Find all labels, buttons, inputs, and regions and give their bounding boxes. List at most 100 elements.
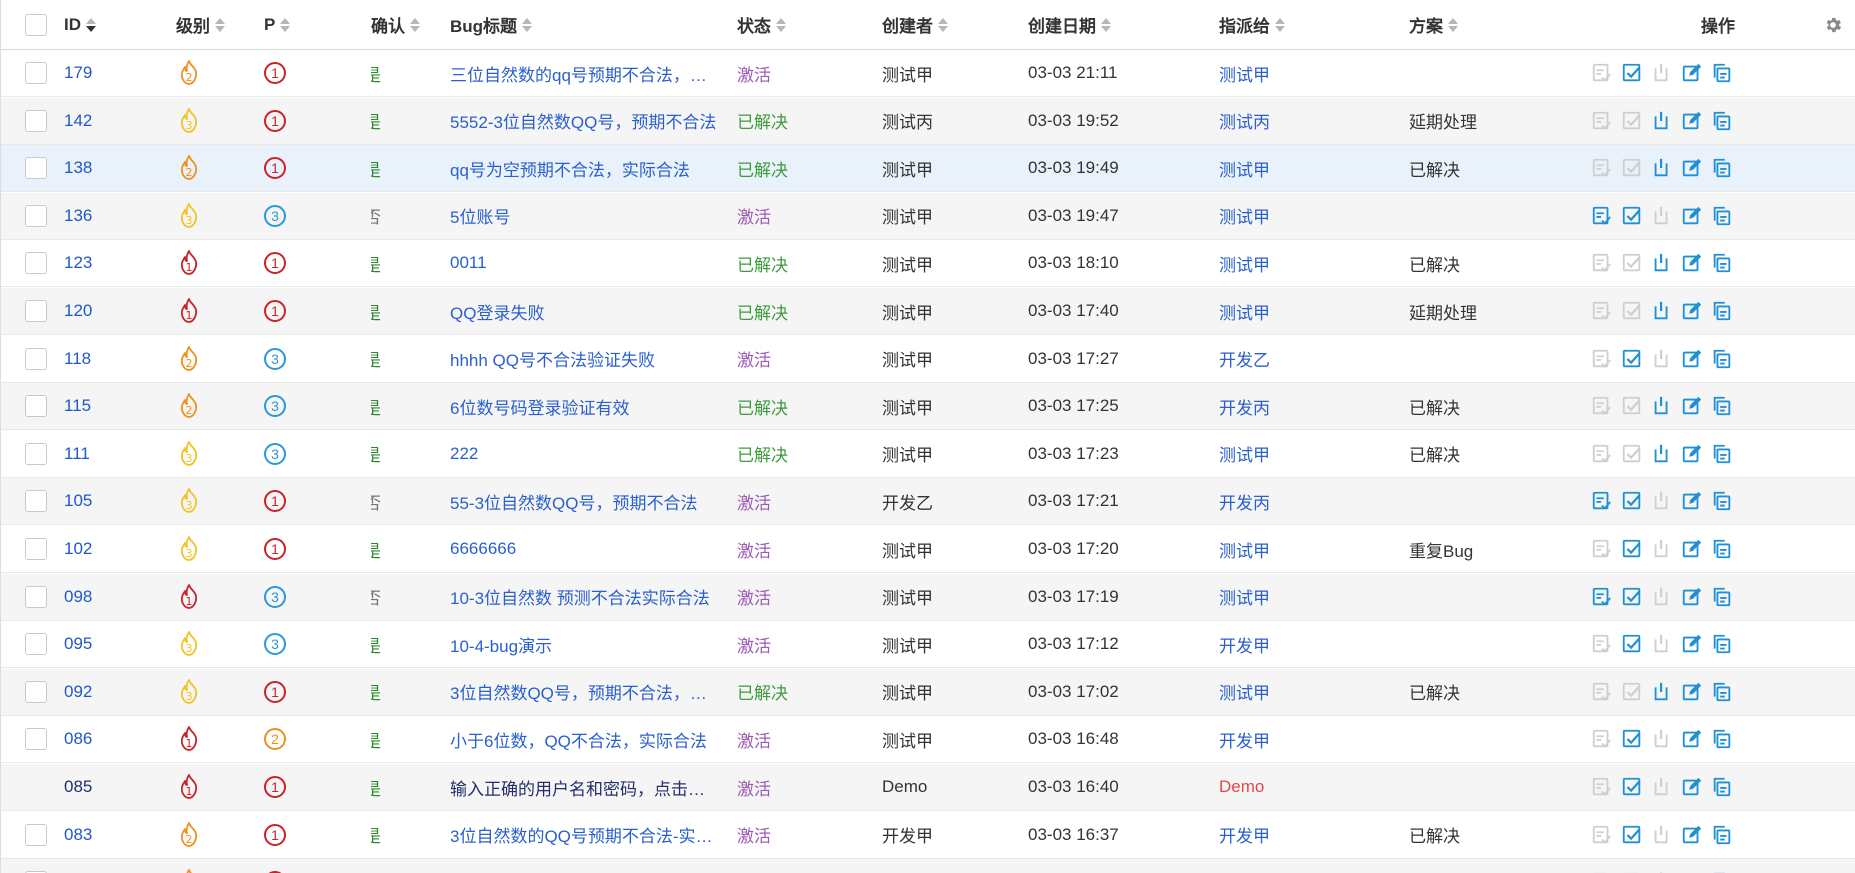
header-priority[interactable]: P — [264, 0, 324, 49]
resolve-bug-icon[interactable] — [1621, 776, 1643, 798]
row-checkbox[interactable] — [25, 538, 47, 560]
bug-id-link[interactable]: 138 — [64, 158, 92, 178]
bug-id[interactable]: 102 — [64, 526, 144, 572]
copy-bug-icon[interactable] — [1711, 395, 1733, 417]
bug-title[interactable]: 5552-3位自然数QQ号，预期不合法 — [450, 98, 718, 144]
close-bug-icon[interactable] — [1651, 443, 1673, 465]
bug-title-link[interactable]: qq号为空预期不合法，实际合法 — [450, 156, 718, 181]
bug-id[interactable]: 115 — [64, 383, 144, 429]
gear-icon[interactable] — [1823, 15, 1843, 35]
assigned-to-link[interactable]: 开发甲 — [1219, 632, 1270, 657]
row-checkbox[interactable] — [25, 442, 47, 465]
resolve-bug-icon[interactable] — [1621, 490, 1643, 512]
copy-bug-icon[interactable] — [1711, 110, 1733, 132]
sort-icon[interactable] — [938, 17, 948, 33]
copy-bug-icon[interactable] — [1711, 252, 1733, 274]
row-select-cell[interactable] — [23, 669, 49, 715]
edit-bug-icon[interactable] — [1681, 252, 1703, 274]
copy-bug-icon[interactable] — [1711, 824, 1733, 846]
header-severity[interactable]: 级别 — [176, 0, 236, 49]
edit-bug-icon[interactable] — [1681, 633, 1703, 655]
bug-id-link[interactable]: 142 — [64, 111, 92, 131]
bug-title-link[interactable]: hhhh QQ号不合法验证失败 — [450, 346, 718, 371]
bug-title[interactable]: hhhh QQ号不合法验证失败 — [450, 336, 718, 382]
bug-title[interactable]: QQ账号小于6位自然数，预期不合法 — [450, 859, 718, 873]
bug-assigned-to[interactable]: 测试甲 — [1219, 574, 1359, 620]
bug-id-link[interactable]: 083 — [64, 825, 92, 845]
bug-assigned-to[interactable]: 测试甲 — [1219, 50, 1359, 96]
row-checkbox[interactable] — [25, 62, 47, 84]
bug-assigned-to[interactable]: 测试甲 — [1219, 526, 1359, 572]
bug-assigned-to[interactable]: 测试甲 — [1219, 193, 1359, 239]
row-select-cell[interactable] — [23, 716, 49, 762]
close-bug-icon[interactable] — [1651, 110, 1673, 132]
bug-assigned-to[interactable]: 测试甲 — [1219, 669, 1359, 715]
edit-bug-icon[interactable] — [1681, 300, 1703, 322]
table-row[interactable]: 136 3 3 否 5位账号 激活 测试甲 03-03 19:47 测试甲 — [1, 192, 1855, 240]
edit-bug-icon[interactable] — [1681, 395, 1703, 417]
bug-title-link[interactable]: 3位自然数QQ号，预期不合法，实际合法 — [450, 679, 718, 704]
select-all-checkbox[interactable] — [25, 13, 47, 36]
assigned-to-link[interactable]: Demo — [1219, 777, 1264, 797]
confirm-bug-icon[interactable] — [1591, 205, 1613, 227]
resolve-bug-icon[interactable] — [1621, 633, 1643, 655]
edit-bug-icon[interactable] — [1681, 443, 1703, 465]
bug-assigned-to[interactable]: 测试甲 — [1219, 431, 1359, 477]
edit-bug-icon[interactable] — [1681, 586, 1703, 608]
bug-title-link[interactable]: 55-3位自然数QQ号，预期不合法 — [450, 489, 718, 514]
row-select-cell[interactable] — [23, 240, 49, 286]
bug-id-link[interactable]: 118 — [64, 349, 91, 369]
close-bug-icon[interactable] — [1651, 300, 1673, 322]
copy-bug-icon[interactable] — [1711, 300, 1733, 322]
edit-bug-icon[interactable] — [1681, 110, 1703, 132]
bug-title-link[interactable]: QQ登录失败 — [450, 299, 718, 324]
bug-title[interactable]: 6位数号码登录验证有效 — [450, 383, 718, 429]
table-row[interactable]: 083 2 1 是 3位自然数的QQ号预期不合法-实际合法 激活 开发甲 03-… — [1, 812, 1855, 859]
bug-id[interactable]: 098 — [64, 574, 144, 620]
bug-title[interactable]: qq号为空预期不合法，实际合法 — [450, 145, 718, 191]
bug-title[interactable]: QQ登录失败 — [450, 288, 718, 334]
assigned-to-link[interactable]: 测试甲 — [1219, 441, 1270, 466]
resolve-bug-icon[interactable] — [1621, 348, 1643, 370]
bug-title[interactable]: 5位账号 — [450, 193, 718, 239]
row-checkbox[interactable] — [25, 633, 47, 656]
copy-bug-icon[interactable] — [1711, 681, 1733, 703]
sort-icon[interactable] — [1101, 17, 1111, 33]
bug-id-link[interactable]: 120 — [64, 301, 92, 321]
header-id[interactable]: ID — [64, 0, 144, 49]
bug-title[interactable]: 小于6位数，QQ不合法，实际合法 — [450, 716, 718, 762]
row-select-cell[interactable] — [23, 336, 49, 382]
table-row[interactable]: 085 1 1 是 输入正确的用户名和密码，点击登录 激活 Demo 03-03… — [1, 764, 1855, 811]
row-select-cell[interactable] — [23, 764, 49, 810]
header-status[interactable]: 状态 — [737, 0, 837, 49]
copy-bug-icon[interactable] — [1711, 490, 1733, 512]
table-row[interactable]: 179 2 1 是 三位自然数的qq号预期不合法，实际合法 激活 测试甲 03-… — [1, 50, 1855, 97]
bug-title-link[interactable]: 3位自然数的QQ号预期不合法-实际合法 — [450, 822, 718, 847]
copy-bug-icon[interactable] — [1711, 62, 1733, 84]
bug-id[interactable]: 082 — [64, 859, 144, 873]
row-checkbox[interactable] — [25, 585, 47, 608]
bug-id-link[interactable]: 086 — [64, 729, 92, 749]
row-checkbox[interactable] — [25, 395, 47, 418]
resolve-bug-icon[interactable] — [1621, 538, 1643, 560]
edit-bug-icon[interactable] — [1681, 824, 1703, 846]
assigned-to-link[interactable]: 测试甲 — [1219, 679, 1270, 704]
bug-title-link[interactable]: 10-3位自然数 预测不合法实际合法 — [450, 584, 718, 609]
bug-id[interactable]: 142 — [64, 98, 144, 144]
resolve-bug-icon[interactable] — [1621, 205, 1643, 227]
header-created-date[interactable]: 创建日期 — [1028, 0, 1178, 49]
row-checkbox[interactable] — [25, 728, 47, 751]
table-row[interactable]: 098 1 3 否 10-3位自然数 预测不合法实际合法 激活 测试甲 03-0… — [1, 573, 1855, 621]
table-row[interactable]: 118 2 3 是 hhhh QQ号不合法验证失败 激活 测试甲 03-03 1… — [1, 336, 1855, 383]
bug-title-link[interactable]: 10-4-bug演示 — [450, 632, 718, 657]
bug-title[interactable]: 222 — [450, 431, 718, 477]
row-checkbox[interactable] — [25, 300, 47, 322]
row-checkbox[interactable] — [25, 490, 47, 513]
bug-id-link[interactable]: 098 — [64, 587, 92, 607]
row-select-cell[interactable] — [23, 478, 49, 524]
bug-title-link[interactable]: 5552-3位自然数QQ号，预期不合法 — [450, 108, 718, 133]
bug-assigned-to[interactable]: 开发丙 — [1219, 478, 1359, 524]
assigned-to-link[interactable]: 开发丙 — [1219, 394, 1270, 419]
assigned-to-link[interactable]: 测试丙 — [1219, 108, 1270, 133]
bug-assigned-to[interactable]: 测试甲 — [1219, 145, 1359, 191]
